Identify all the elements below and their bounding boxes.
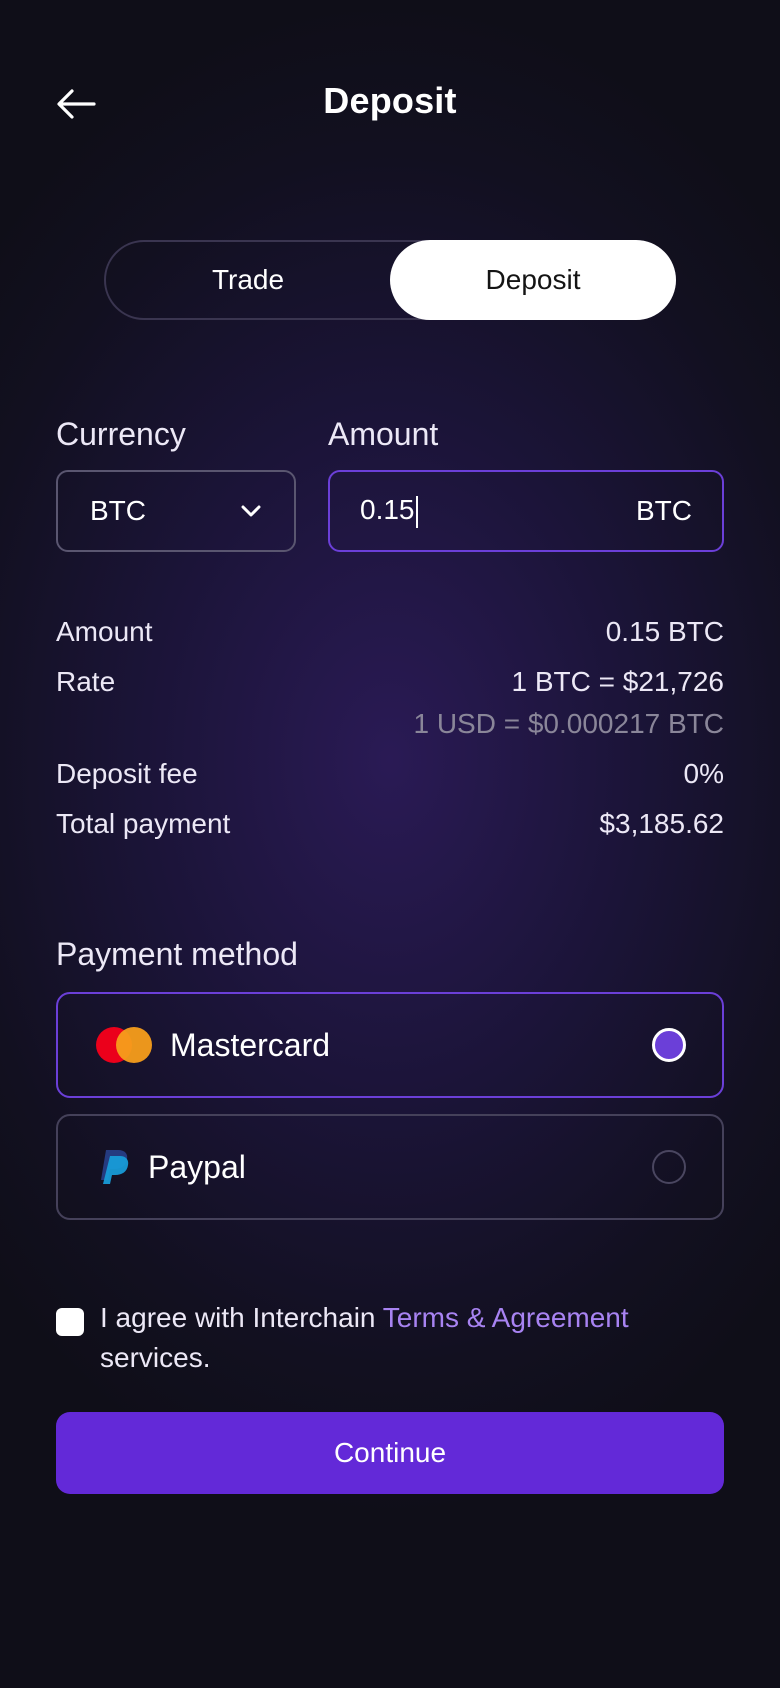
text-caret <box>415 495 418 528</box>
payment-option-paypal[interactable]: Paypal <box>56 1114 724 1220</box>
summary-total-value: $3,185.62 <box>599 808 724 839</box>
summary-rate-sub-row: 1 USD = $0.000217 BTC <box>56 708 724 740</box>
page-title: Deposit <box>323 80 457 121</box>
amount-label: Amount <box>328 416 439 452</box>
summary-rate-sub-value: 1 USD = $0.000217 BTC <box>413 708 724 739</box>
summary-total-label: Total payment <box>56 808 231 839</box>
payment-option-mastercard[interactable]: Mastercard <box>56 992 724 1098</box>
summary-fee-row: Deposit fee 0% <box>56 758 724 790</box>
payment-method-label: Payment method <box>56 936 298 972</box>
tab-deposit[interactable]: Deposit <box>390 240 676 320</box>
payment-option-label: Mastercard <box>170 1026 331 1063</box>
terms-checkbox[interactable] <box>56 1308 84 1336</box>
summary-amount-row: Amount 0.15 BTC <box>56 616 724 648</box>
terms-suffix: services. <box>100 1342 211 1373</box>
radio-unselected[interactable] <box>652 1150 686 1184</box>
amount-input-value-wrap: 0.15 <box>360 494 636 528</box>
currency-label: Currency <box>56 416 186 452</box>
amount-input[interactable]: 0.15 BTC <box>328 470 724 552</box>
amount-unit: BTC <box>636 495 692 526</box>
amount-input-value: 0.15 <box>360 494 415 526</box>
summary-rate-value: 1 BTC = $21,726 <box>511 666 724 697</box>
paypal-icon <box>101 1150 129 1184</box>
terms-link[interactable]: Terms & Agreement <box>383 1302 629 1333</box>
mastercard-icon <box>96 1027 152 1063</box>
chevron-down-icon <box>241 505 261 517</box>
summary-rate-row: Rate 1 BTC = $21,726 <box>56 666 724 698</box>
summary-fee-label: Deposit fee <box>56 758 198 789</box>
summary-rate-label: Rate <box>56 666 116 697</box>
terms-text: I agree with Interchain Terms & Agreemen… <box>100 1298 700 1378</box>
continue-button[interactable]: Continue <box>56 1412 724 1494</box>
currency-value: BTC <box>90 495 146 526</box>
currency-select[interactable]: BTC <box>56 470 296 552</box>
mode-segmented-control: Trade Deposit <box>104 240 676 320</box>
terms-prefix: I agree with Interchain <box>100 1302 383 1333</box>
summary-amount-label: Amount <box>56 616 153 647</box>
radio-selected[interactable] <box>652 1028 686 1062</box>
payment-option-label: Paypal <box>148 1148 246 1185</box>
summary-fee-value: 0% <box>683 758 724 789</box>
tab-trade[interactable]: Trade <box>106 242 390 318</box>
summary-amount-value: 0.15 BTC <box>605 616 724 647</box>
summary-total-row: Total payment $3,185.62 <box>56 808 724 840</box>
